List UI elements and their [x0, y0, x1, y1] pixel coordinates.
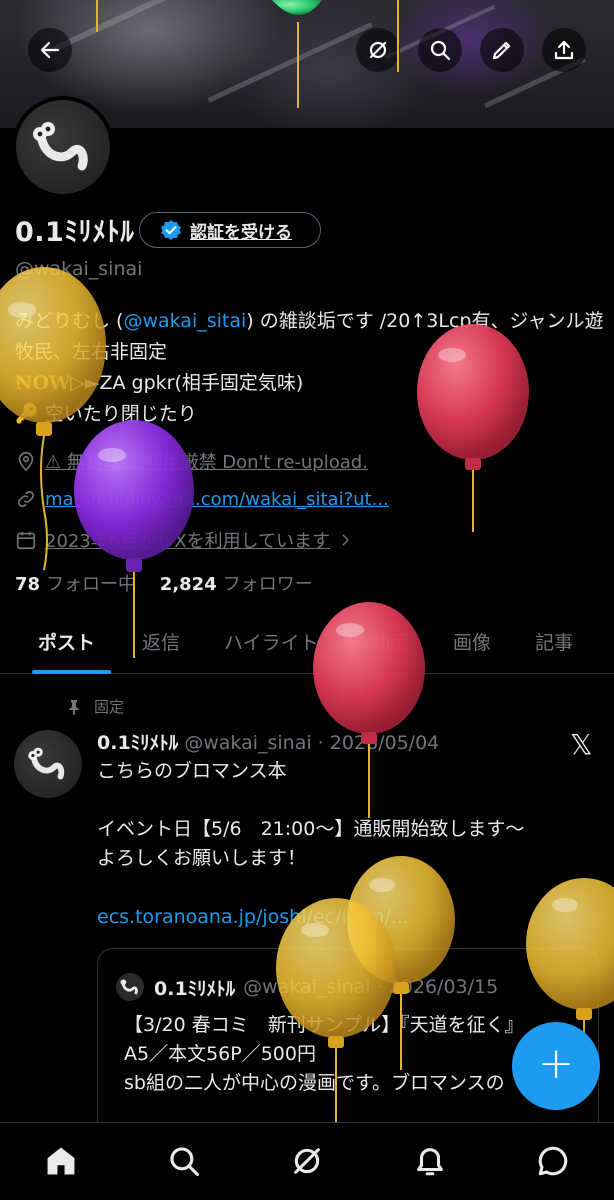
bio-text: 🔑 空いたり閉じたり — [15, 403, 197, 425]
tab-highlights[interactable]: ハイライト — [224, 628, 319, 655]
profile-website[interactable]: marshmallow-qa.com/wakai_sitai?ut... — [15, 488, 389, 510]
calendar-icon — [16, 531, 36, 550]
nav-search[interactable] — [164, 1141, 204, 1181]
post-author-name[interactable]: 0.1ﾐﾘﾒﾄﾙ — [97, 732, 178, 754]
location-text: ⚠ 無断転載,利用厳禁 Don't re-upload. — [45, 452, 368, 473]
search-button[interactable] — [418, 28, 462, 72]
messages-icon — [538, 1146, 568, 1176]
grok-icon — [294, 1148, 320, 1174]
follow-stats: 78 フォロー中 2,824 フォロワー — [15, 570, 313, 596]
nav-notifications[interactable] — [410, 1141, 450, 1181]
get-verified-button[interactable]: 認証を受ける — [139, 212, 321, 248]
grok-button[interactable] — [356, 28, 400, 72]
tab-images[interactable]: 画像 — [453, 628, 491, 655]
worm-avatar-image — [120, 979, 138, 995]
worm-avatar-image — [33, 122, 88, 171]
worm-avatar-image — [28, 747, 65, 780]
quoted-author-name: 0.1ﾐﾘﾒﾄﾙ — [154, 977, 236, 1000]
link-icon — [17, 490, 35, 508]
quoted-author-avatar — [116, 973, 144, 1001]
active-tab-indicator — [32, 670, 111, 674]
tab-replies[interactable]: 返信 — [142, 628, 180, 655]
following-label: フォロー中 — [46, 574, 137, 595]
following-link[interactable]: 78 フォロー中 — [15, 574, 136, 595]
profile-bio: みどりむし (@wakai_sitai) の雑談垢です /20↑3Lcp有、ジャ… — [15, 306, 605, 430]
home-icon — [47, 1147, 75, 1175]
search-icon — [170, 1147, 200, 1177]
profile-avatar[interactable] — [12, 96, 114, 198]
joined-text: 2023年6月からXを利用しています — [45, 531, 331, 552]
profile-location: ⚠ 無断転載,利用厳禁 Don't re-upload. — [15, 448, 368, 474]
chevron-right-icon — [342, 534, 350, 546]
following-count: 78 — [15, 574, 41, 595]
back-button[interactable] — [28, 28, 72, 72]
edit-button[interactable] — [480, 28, 524, 72]
nav-home[interactable] — [41, 1141, 81, 1181]
post-link[interactable]: ecs.toranoana.jp/joshi/ec/item/... — [97, 906, 409, 928]
quoted-handle-date: @wakai_sinai · 2026/03/15 — [243, 976, 499, 998]
notifications-icon — [417, 1148, 443, 1176]
website-link[interactable]: marshmallow-qa.com/wakai_sitai?ut... — [45, 489, 389, 510]
tab-posts[interactable]: ポスト — [38, 628, 95, 655]
share-button[interactable] — [542, 28, 586, 72]
display-name: 0.1ﾐﾘﾒﾄﾙ — [15, 217, 135, 248]
pinned-indicator: 固定 — [66, 696, 124, 717]
get-verified-label: 認証を受ける — [190, 222, 292, 243]
edit-icon — [492, 41, 511, 60]
pinned-label: 固定 — [94, 698, 125, 716]
location-pin-icon — [18, 451, 34, 472]
bio-text: ▷►ZA gpkr(相手固定気味) — [70, 372, 304, 394]
profile-joined[interactable]: 2023年6月からXを利用しています — [15, 527, 362, 553]
quoted-post-header: 0.1ﾐﾘﾒﾄﾙ @wakai_sinai · 2026/03/15 — [116, 973, 498, 1001]
nav-messages[interactable] — [533, 1141, 573, 1181]
tab-videos[interactable]: 動画 — [371, 628, 409, 655]
nav-grok[interactable] — [287, 1141, 327, 1181]
followers-count: 2,824 — [159, 574, 217, 595]
compose-post-button[interactable]: + — [512, 1022, 600, 1110]
verified-badge-icon — [161, 220, 181, 240]
bio-mention-link[interactable]: @wakai_sitai — [123, 310, 246, 332]
search-icon — [430, 40, 451, 61]
followers-label: フォロワー — [222, 574, 313, 595]
followers-link[interactable]: 2,824 フォロワー — [160, 574, 313, 595]
bio-now-label: NOW — [15, 372, 71, 394]
pin-icon — [69, 699, 79, 715]
post-header: 0.1ﾐﾘﾒﾄﾙ @wakai_sinai · 2026/05/04 — [97, 728, 439, 755]
profile-tabs: ポスト 返信 ハイライト 動画 画像 記事 — [0, 614, 614, 674]
profile-handle: @wakai_sinai — [15, 258, 143, 280]
post-text: こちらのブロマンス本 イベント日【5/6 21:00～】通販開始致します～ よろ… — [97, 760, 525, 869]
post-handle-date: @wakai_sinai · 2026/05/04 — [184, 732, 440, 754]
grok-icon — [369, 41, 387, 59]
post-author-avatar[interactable] — [14, 730, 82, 798]
tab-articles[interactable]: 記事 — [535, 628, 573, 655]
share-icon — [554, 40, 574, 60]
compose-plus-icon: + — [537, 1038, 575, 1089]
arrow-left-icon — [40, 41, 60, 59]
bottom-navigation — [0, 1122, 614, 1200]
bio-text: みどりむし ( — [15, 310, 124, 332]
